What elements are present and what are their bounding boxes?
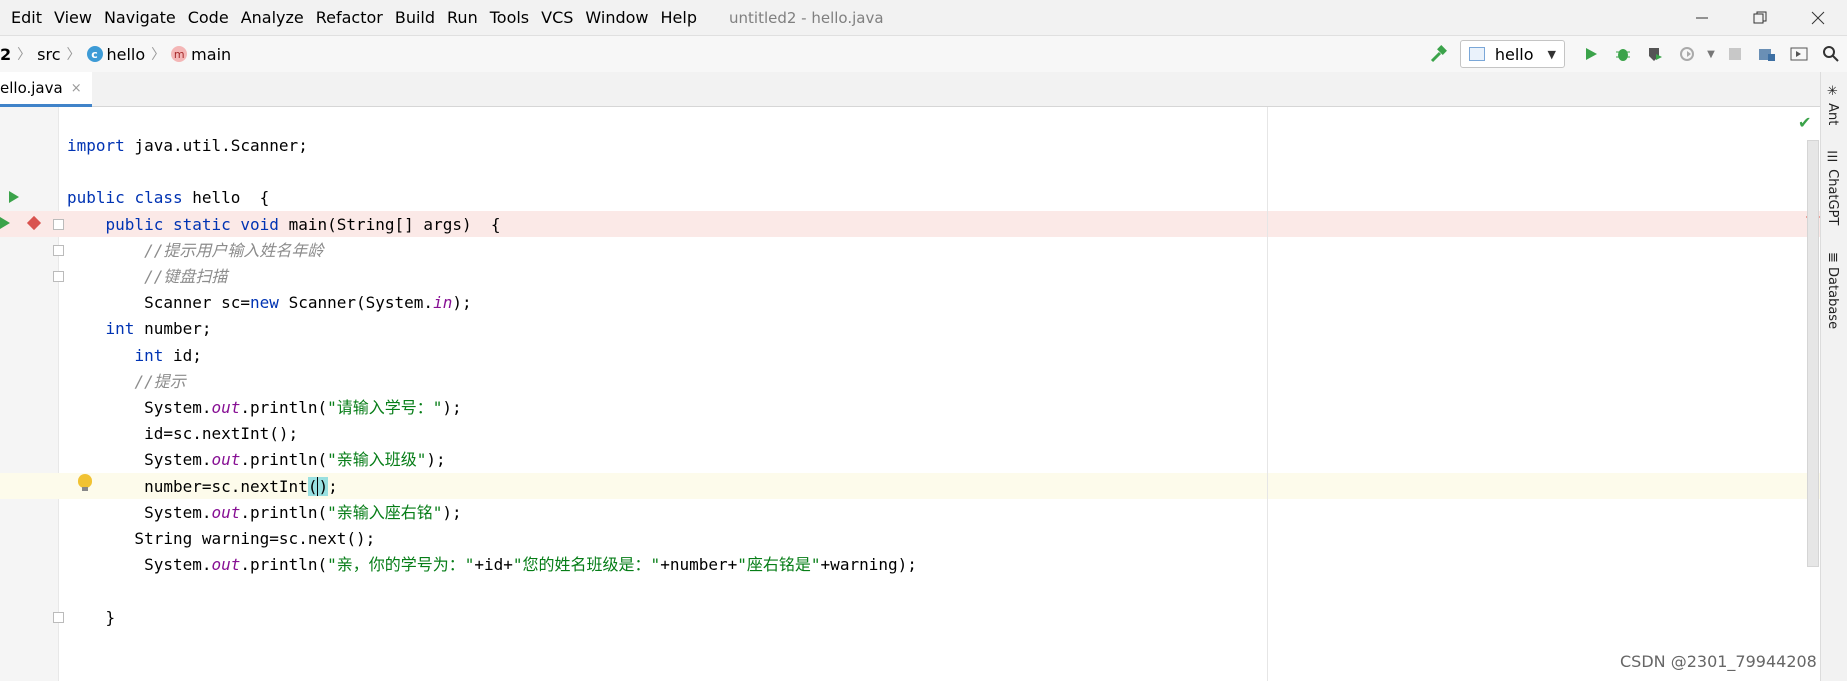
- code-line-5[interactable]: //提示用户输入姓名年龄: [67, 238, 323, 264]
- project-structure-icon[interactable]: [1751, 36, 1783, 72]
- code-line-6[interactable]: //键盘扫描: [67, 264, 227, 290]
- window-controls: [1673, 0, 1847, 35]
- watermark: CSDN @2301_79944208: [1620, 652, 1817, 671]
- debug-icon[interactable]: [1607, 36, 1639, 72]
- database-icon: ≣: [1825, 252, 1840, 263]
- restore-icon[interactable]: [1731, 0, 1789, 35]
- run-main-icon[interactable]: [0, 217, 10, 229]
- code-line-15[interactable]: System.out.println("亲输入座右铭");: [67, 500, 462, 526]
- build-hammer-icon[interactable]: [1422, 36, 1454, 72]
- tool-chatgpt[interactable]: ☰ ChatGPT: [1825, 150, 1840, 225]
- fold-marker-icon[interactable]: [53, 271, 64, 282]
- minimize-icon[interactable]: [1673, 0, 1731, 35]
- ant-icon: ✳: [1825, 84, 1840, 99]
- navigation-bar: 2 〉 src 〉 c hello 〉 m main hello ▼ ▼: [0, 35, 1847, 73]
- terminal-window-icon[interactable]: [1783, 36, 1815, 72]
- code-line-17[interactable]: System.out.println("亲，你的学号为："+id+"您的姓名班级…: [67, 552, 917, 578]
- run-config-label: hello: [1494, 44, 1534, 64]
- chatgpt-icon: ☰: [1825, 150, 1840, 165]
- code-editor[interactable]: [59, 107, 1819, 681]
- tool-chatgpt-label: ChatGPT: [1825, 169, 1840, 226]
- code-line-7[interactable]: Scanner sc=new Scanner(System.in);: [67, 290, 472, 316]
- fold-marker-icon[interactable]: [53, 219, 64, 230]
- code-line-8[interactable]: int number;: [67, 316, 212, 342]
- breadcrumb-method-label: main: [191, 44, 232, 64]
- code-line-11[interactable]: System.out.println("请输入学号：");: [67, 395, 462, 421]
- search-icon[interactable]: [1815, 36, 1847, 72]
- chevron-down-icon: ▼: [1547, 47, 1556, 61]
- code-line-12[interactable]: id=sc.nextInt();: [67, 421, 298, 447]
- no-problems-check-icon[interactable]: ✔: [1798, 113, 1811, 132]
- breadcrumb-method[interactable]: m main: [171, 45, 231, 64]
- tool-ant-label: Ant: [1825, 103, 1840, 126]
- code-line-4[interactable]: public static void main(String[] args) {: [67, 212, 501, 238]
- code-line-3[interactable]: public class hello {: [67, 185, 269, 211]
- method-icon: m: [171, 46, 188, 62]
- breadcrumb-class-label: hello: [106, 44, 146, 64]
- menu-edit[interactable]: Edit: [11, 8, 42, 27]
- close-icon[interactable]: [1789, 0, 1847, 35]
- menu-window[interactable]: Window: [585, 8, 648, 27]
- code-line-9[interactable]: int id;: [67, 343, 201, 369]
- chevron-right-icon: 〉: [66, 47, 81, 63]
- menu-run[interactable]: Run: [447, 8, 478, 27]
- breadcrumb-class[interactable]: c hello: [86, 44, 146, 64]
- class-icon: c: [86, 46, 103, 62]
- menu-navigate[interactable]: Navigate: [104, 8, 176, 27]
- tool-database[interactable]: ≣ Database: [1825, 252, 1840, 329]
- code-line-16[interactable]: String warning=sc.next();: [67, 526, 375, 552]
- tab-label: ello.java: [0, 79, 63, 97]
- breadcrumb-src[interactable]: src: [37, 45, 60, 64]
- right-margin-guide: [1267, 107, 1268, 681]
- chevron-down-icon[interactable]: ▼: [1703, 36, 1719, 72]
- window-title: untitled2 - hello.java: [729, 8, 884, 27]
- tool-ant[interactable]: ✳ Ant: [1825, 84, 1840, 125]
- right-tool-strip: ✳ Ant ☰ ChatGPT ≣ Database: [1820, 72, 1847, 681]
- menu-help[interactable]: Help: [661, 8, 697, 27]
- code-line-14[interactable]: number=sc.nextInt();: [67, 474, 338, 500]
- chevron-right-icon: 〉: [151, 47, 166, 63]
- menu-build[interactable]: Build: [395, 8, 435, 27]
- run-toolbar: hello ▼ ▼: [1422, 36, 1847, 72]
- tab-hello-java[interactable]: ello.java ×: [0, 72, 92, 107]
- editor-tab-bar: ello.java ×: [0, 72, 1820, 107]
- menu-view[interactable]: View: [54, 8, 92, 27]
- menu-code[interactable]: Code: [188, 8, 229, 27]
- run-config-icon: [1468, 47, 1485, 61]
- run-icon[interactable]: [1575, 36, 1607, 72]
- fold-marker-icon[interactable]: [53, 612, 64, 623]
- run-class-icon[interactable]: [9, 191, 19, 203]
- stop-icon[interactable]: [1719, 36, 1751, 72]
- code-line-10[interactable]: //提示: [67, 369, 185, 395]
- run-configuration-select[interactable]: hello ▼: [1459, 40, 1565, 68]
- menu-vcs[interactable]: VCS: [541, 8, 573, 27]
- tool-database-label: Database: [1825, 267, 1840, 330]
- menu-refactor[interactable]: Refactor: [316, 8, 383, 27]
- chevron-right-icon: 〉: [17, 47, 32, 63]
- menu-bar: Edit View Navigate Code Analyze Refactor…: [0, 0, 1847, 35]
- menu-tools[interactable]: Tools: [490, 8, 529, 27]
- code-line-19[interactable]: }: [67, 605, 116, 631]
- coverage-icon[interactable]: [1639, 36, 1671, 72]
- code-line-1[interactable]: import java.util.Scanner;: [67, 133, 308, 159]
- code-line-13[interactable]: System.out.println("亲输入班级");: [67, 447, 446, 473]
- fold-marker-icon[interactable]: [53, 245, 64, 256]
- vertical-scrollbar[interactable]: [1807, 140, 1819, 567]
- breadcrumb-project[interactable]: 2: [0, 45, 11, 64]
- menu-analyze[interactable]: Analyze: [241, 8, 304, 27]
- close-tab-icon[interactable]: ×: [71, 81, 82, 96]
- profile-icon[interactable]: [1671, 36, 1703, 72]
